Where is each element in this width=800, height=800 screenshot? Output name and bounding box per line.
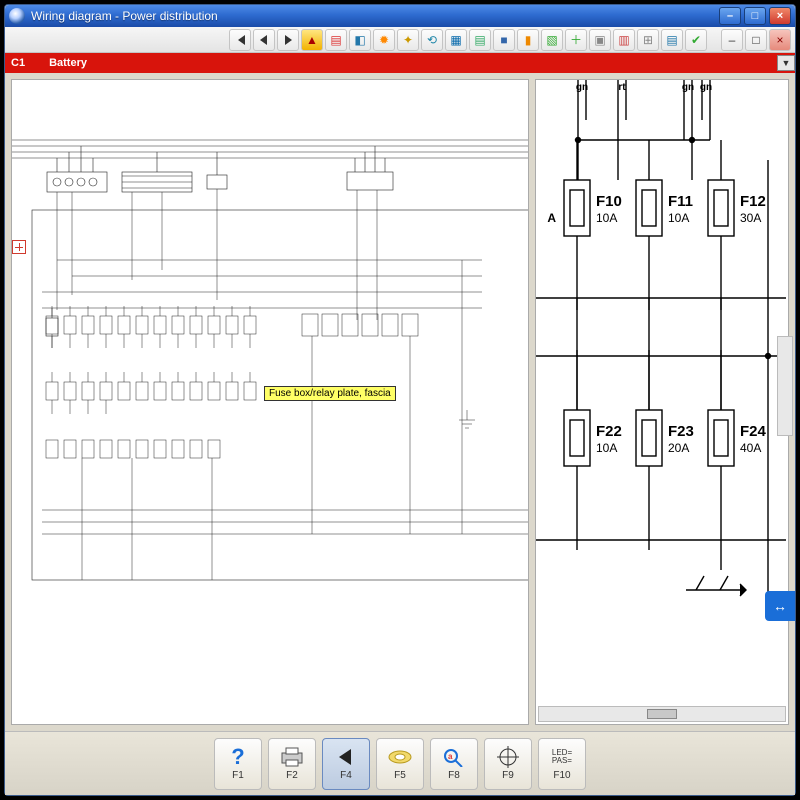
legend-icon: LED= PAS= — [548, 746, 576, 768]
save-icon[interactable]: ■ — [493, 29, 515, 51]
svg-text:30A: 30A — [740, 211, 761, 225]
f5-fit-button[interactable]: F5 — [376, 738, 424, 790]
f4-back-button[interactable]: F4 — [322, 738, 370, 790]
back-arrow-icon — [332, 746, 360, 768]
svg-text:A: A — [547, 211, 556, 225]
svg-text:F12: F12 — [740, 193, 766, 210]
layers-icon[interactable]: ◧ — [349, 29, 371, 51]
f10-legend-button[interactable]: LED= PAS= F10 — [538, 738, 586, 790]
f8-inspect-button[interactable]: a F8 — [430, 738, 478, 790]
svg-text:F10: F10 — [596, 193, 622, 210]
viewport-handle[interactable] — [12, 240, 26, 254]
child-close-button[interactable]: × — [769, 29, 791, 51]
fkey-label: F4 — [340, 770, 352, 781]
svg-text:rt: rt — [618, 82, 626, 93]
overview-diagram — [12, 80, 529, 640]
prev-page-icon[interactable] — [253, 29, 275, 51]
maximize-button[interactable]: □ — [744, 7, 766, 25]
box-icon[interactable]: ▣ — [589, 29, 611, 51]
scrollbar-thumb[interactable] — [647, 709, 677, 719]
note-icon[interactable]: ▤ — [469, 29, 491, 51]
gear-icon[interactable]: ✹ — [373, 29, 395, 51]
f1-help-button[interactable]: ? F1 — [214, 738, 262, 790]
first-page-icon[interactable] — [229, 29, 251, 51]
help-icon: ? — [224, 746, 252, 768]
selection-bar: C1 Battery ▼ — [5, 53, 795, 73]
child-min-button[interactable]: – — [721, 29, 743, 51]
next-page-icon[interactable] — [277, 29, 299, 51]
warning-icon[interactable]: ▲ — [301, 29, 323, 51]
tree-icon[interactable]: ⊞ — [637, 29, 659, 51]
horizontal-scrollbar[interactable] — [538, 706, 786, 722]
svg-text:10A: 10A — [596, 441, 617, 455]
selection-label: Battery — [49, 57, 87, 69]
check-icon[interactable]: ✔ — [685, 29, 707, 51]
detail-diagram: gn rt gn gn — [536, 80, 786, 670]
selection-dropdown[interactable]: ▼ — [777, 55, 795, 71]
minimize-button[interactable]: – — [719, 7, 741, 25]
page-icon[interactable]: ▤ — [325, 29, 347, 51]
hover-tooltip: Fuse box/relay plate, fascia — [264, 386, 396, 401]
bulb-icon[interactable]: ✦ — [397, 29, 419, 51]
detail-panel[interactable]: gn rt gn gn — [535, 79, 789, 725]
content-area: Fuse box/relay plate, fascia gn rt gn gn — [5, 73, 795, 731]
overview-panel[interactable]: Fuse box/relay plate, fascia — [11, 79, 529, 725]
vertical-scrollbar[interactable] — [777, 336, 793, 436]
svg-text:F11: F11 — [668, 193, 693, 210]
app-icon — [9, 8, 25, 24]
crosshair-icon — [494, 746, 522, 768]
svg-text:F24: F24 — [740, 423, 767, 440]
inspect-icon: a — [440, 746, 468, 768]
function-key-bar: ? F1 F2 F4 F5 a F8 F9 LED= PAS= F10 — [5, 731, 795, 795]
printer-icon — [278, 746, 306, 768]
svg-text:a: a — [448, 752, 453, 761]
toolbar: ▲ ▤ ◧ ✹ ✦ ⟲ ▦ ▤ ■ ▮ ▧ ＋ ▣ ▥ ⊞ ▤ ✔ – □ × — [5, 27, 795, 53]
titlebar: Wiring diagram - Power distribution – □ … — [5, 5, 795, 27]
f2-print-button[interactable]: F2 — [268, 738, 316, 790]
doc-icon[interactable]: ▤ — [661, 29, 683, 51]
svg-text:10A: 10A — [668, 211, 689, 225]
image-icon[interactable]: ▧ — [541, 29, 563, 51]
fit-icon — [386, 746, 414, 768]
child-max-button[interactable]: □ — [745, 29, 767, 51]
window-title: Wiring diagram - Power distribution — [31, 9, 218, 23]
calendar-icon[interactable]: ▦ — [445, 29, 467, 51]
app-window: Wiring diagram - Power distribution – □ … — [4, 4, 796, 796]
selection-code: C1 — [11, 57, 25, 69]
svg-text:F22: F22 — [596, 423, 622, 440]
svg-text:20A: 20A — [668, 441, 689, 455]
svg-text:10A: 10A — [596, 211, 617, 225]
svg-text:F23: F23 — [668, 423, 694, 440]
fkey-label: F2 — [286, 770, 298, 781]
fkey-label: F8 — [448, 770, 460, 781]
fkey-label: F5 — [394, 770, 406, 781]
add-icon[interactable]: ＋ — [565, 29, 587, 51]
f9-locate-button[interactable]: F9 — [484, 738, 532, 790]
fkey-label: F1 — [232, 770, 244, 781]
close-button[interactable]: × — [769, 7, 791, 25]
fkey-label: F10 — [553, 770, 570, 781]
link-icon[interactable]: ⟲ — [421, 29, 443, 51]
svg-text:40A: 40A — [740, 441, 761, 455]
remote-session-badge[interactable]: ↔ — [765, 591, 795, 621]
book-icon[interactable]: ▮ — [517, 29, 539, 51]
fkey-label: F9 — [502, 770, 514, 781]
export-icon[interactable]: ▥ — [613, 29, 635, 51]
